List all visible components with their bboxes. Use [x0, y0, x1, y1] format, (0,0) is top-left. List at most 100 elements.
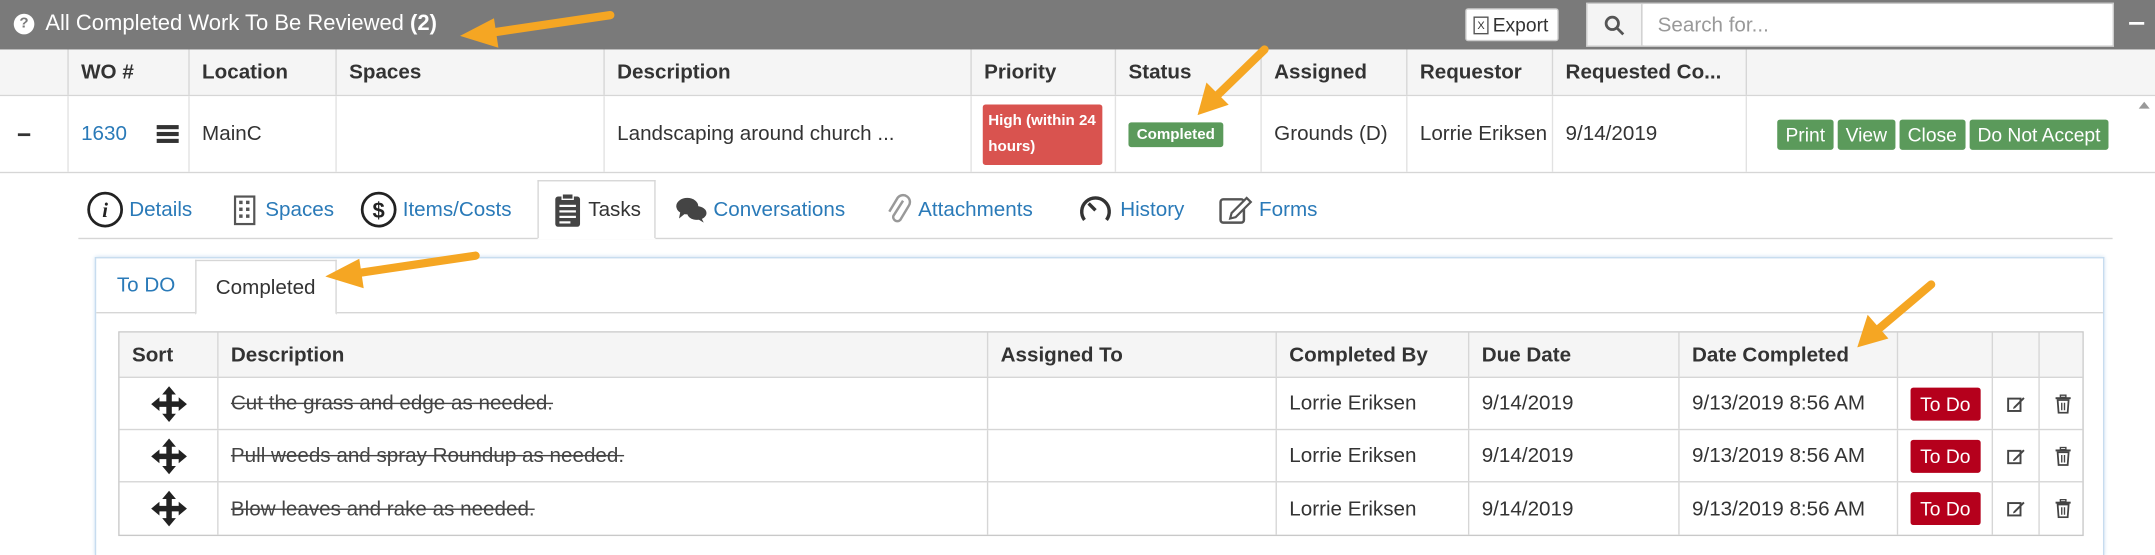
search-icon: [1604, 15, 1625, 36]
todo-button[interactable]: To Do: [1910, 386, 1981, 420]
grid-row: 1630 MainC Landscaping around church ...…: [0, 96, 2155, 174]
actions-cell: Print View Close Do Not Accept: [1745, 96, 2139, 172]
list-icon[interactable]: [157, 124, 180, 143]
task-action-cell: To Do: [1896, 482, 1992, 535]
dollar-icon: $: [360, 191, 397, 228]
grid-col-location[interactable]: Location: [188, 49, 335, 95]
location-cell: MainC: [188, 96, 335, 172]
drag-handle[interactable]: [120, 482, 218, 534]
task-assigned-to: [986, 377, 1276, 429]
description-cell: Landscaping around church ...: [603, 96, 970, 172]
scrollbar-up-icon[interactable]: [2138, 101, 2150, 109]
trash-icon: [2054, 498, 2070, 519]
task-description: Cut the grass and edge as needed.: [217, 377, 987, 429]
view-button[interactable]: View: [1837, 118, 1896, 150]
grid-col-wo[interactable]: WO #: [67, 49, 188, 95]
chat-icon: [676, 197, 707, 222]
edit-icon: [2006, 448, 2024, 464]
panel-header: ? All Completed Work To Be Reviewed (2) …: [0, 0, 2155, 50]
move-icon: [150, 490, 187, 527]
task-description-text: Cut the grass and edge as needed.: [230, 391, 554, 416]
tab-forms[interactable]: Forms: [1218, 180, 1317, 239]
drag-handle[interactable]: [120, 378, 218, 429]
close-button[interactable]: Close: [1899, 118, 1966, 150]
grid-col-expander: [0, 49, 67, 94]
edit-icon: [2006, 501, 2024, 517]
edit-button[interactable]: [1991, 377, 2039, 429]
tab-history[interactable]: History: [1076, 180, 1184, 239]
grid-col-priority[interactable]: Priority: [970, 49, 1114, 95]
edit-button[interactable]: [1991, 482, 2039, 535]
search-button[interactable]: [1587, 4, 1643, 46]
clipboard-icon: [555, 192, 581, 227]
tab-conversations[interactable]: Conversations: [675, 180, 845, 239]
detail-tabs: i Details Spaces $ Items/Costs Tasks Con…: [78, 180, 2113, 240]
edit-icon: [2006, 396, 2024, 412]
row-expander[interactable]: [0, 96, 67, 172]
search-input[interactable]: [1643, 4, 2112, 46]
excel-icon: X: [1473, 16, 1489, 35]
priority-badge: High (within 24 hours): [982, 103, 1103, 165]
panel-title-count: (2): [410, 12, 437, 36]
trash-icon: [2054, 446, 2070, 466]
task-assigned-to: [986, 430, 1276, 482]
delete-button[interactable]: [2038, 482, 2085, 535]
edit-button[interactable]: [1991, 430, 2039, 482]
tasks-col-assigned-to: Assigned To: [986, 332, 1276, 377]
todo-button[interactable]: To Do: [1910, 492, 1981, 526]
tab-items-costs[interactable]: $ Items/Costs: [360, 180, 512, 239]
tasks-col-delete: [2038, 332, 2085, 377]
task-description-text: Pull weeds and spray Roundup as needed.: [230, 443, 625, 468]
grid-col-assigned[interactable]: Assigned: [1260, 49, 1406, 95]
grid-col-spaces[interactable]: Spaces: [335, 49, 603, 95]
delete-button[interactable]: [2038, 377, 2085, 429]
building-icon: [233, 194, 256, 225]
delete-button[interactable]: [2038, 430, 2085, 482]
assigned-cell: Grounds (D): [1260, 96, 1406, 172]
grid-col-requested-completion[interactable]: Requested Co...: [1551, 49, 1746, 95]
task-date-completed: 9/13/2019 8:56 AM: [1678, 430, 1897, 482]
tab-completed[interactable]: Completed: [195, 259, 337, 315]
grid-col-requestor[interactable]: Requestor: [1406, 49, 1552, 95]
print-button[interactable]: Print: [1777, 118, 1834, 150]
tasks-col-edit: [1991, 332, 2039, 377]
info-icon: i: [87, 191, 124, 228]
move-icon: [150, 437, 187, 474]
panel-title: All Completed Work To Be Reviewed (2): [45, 12, 437, 37]
edit-form-icon: [1219, 195, 1253, 224]
help-icon[interactable]: ?: [13, 13, 35, 35]
todo-button[interactable]: To Do: [1910, 439, 1981, 473]
table-row: Pull weeds and spray Roundup as needed. …: [119, 430, 2085, 483]
move-icon: [150, 385, 187, 422]
tab-details[interactable]: i Details: [87, 180, 192, 239]
tab-history-label: History: [1120, 197, 1185, 222]
task-due-date: 9/14/2019: [1467, 430, 1678, 482]
grid-col-description[interactable]: Description: [603, 49, 970, 95]
panel-title-text: All Completed Work To Be Reviewed: [45, 12, 404, 36]
paperclip-icon: [888, 193, 912, 222]
task-assigned-to: [986, 482, 1276, 535]
tab-conversations-label: Conversations: [713, 197, 846, 222]
tab-spaces[interactable]: Spaces: [230, 180, 334, 239]
export-button[interactable]: X Export: [1465, 8, 1559, 42]
task-date-completed: 9/13/2019 8:56 AM: [1678, 482, 1897, 535]
wo-link[interactable]: 1630: [81, 122, 127, 145]
task-tabs: To DO Completed: [96, 258, 2103, 315]
drag-handle[interactable]: [120, 430, 218, 481]
task-description: Blow leaves and rake as needed.: [217, 482, 987, 535]
collapse-icon[interactable]: [17, 133, 31, 137]
search-box: [1586, 2, 2114, 47]
app-root: ? All Completed Work To Be Reviewed (2) …: [0, 0, 2155, 555]
tab-attachments[interactable]: Attachments: [885, 180, 1033, 239]
tasks-col-sort: Sort: [131, 342, 174, 367]
tab-todo[interactable]: To DO: [98, 258, 195, 313]
grid-col-status[interactable]: Status: [1114, 49, 1261, 95]
task-action-cell: To Do: [1896, 430, 1992, 482]
tab-tasks[interactable]: Tasks: [537, 180, 657, 240]
table-row: Blow leaves and rake as needed. Lorrie E…: [120, 482, 2085, 535]
trash-icon: [2054, 393, 2070, 413]
tab-items-costs-label: Items/Costs: [402, 197, 512, 222]
task-due-date: 9/14/2019: [1467, 482, 1678, 535]
minimize-icon[interactable]: [2129, 21, 2145, 25]
do-not-accept-button[interactable]: Do Not Accept: [1969, 118, 2109, 150]
